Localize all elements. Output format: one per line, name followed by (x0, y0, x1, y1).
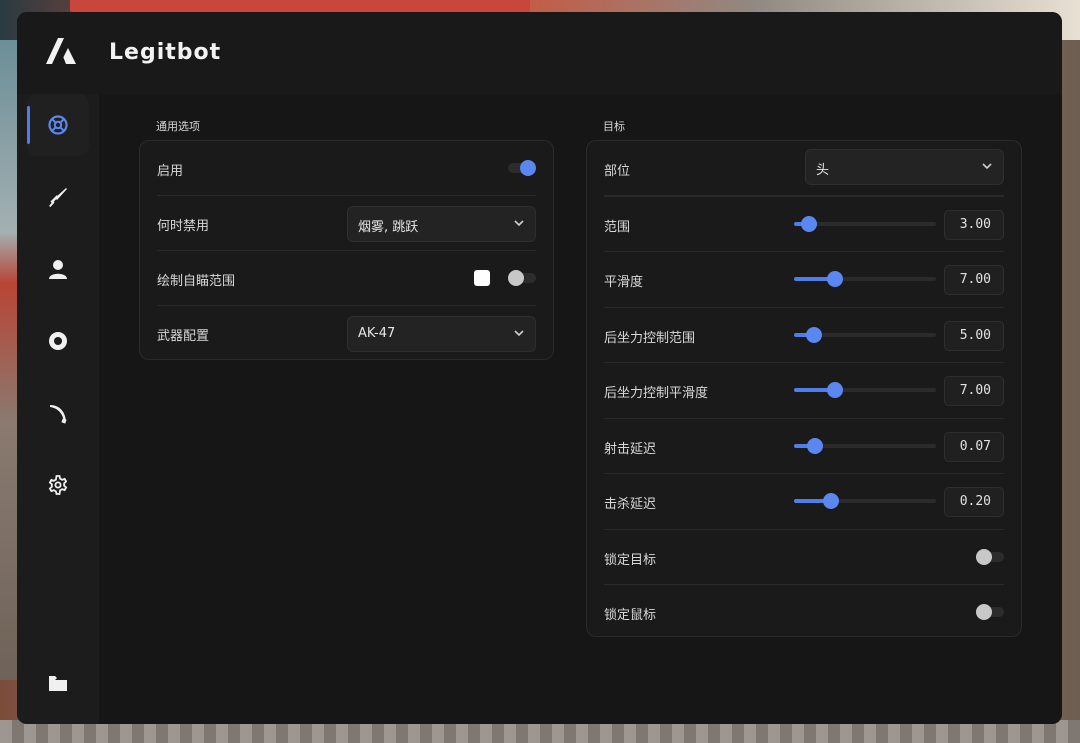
smooth-slider-handle[interactable] (827, 271, 843, 287)
shot-delay-value-input[interactable]: 0.07 (944, 432, 1004, 462)
main-content: 通用选项 启用 何时禁用 烟雾, 跳跃 绘制自瞄范围 武器配置 AK-47 目标… (99, 94, 1062, 724)
page-title: Legitbot (109, 40, 222, 65)
sidebar-item-skins[interactable] (27, 382, 89, 444)
weapon-config-select[interactable]: AK-47 (347, 316, 536, 352)
row-rcs-fov: 后坐力控制范围 5.00 (604, 308, 1004, 363)
divider (604, 473, 1004, 474)
row-lock-mouse: 锁定鼠标 (604, 585, 1004, 640)
section-title-general: 通用选项 (156, 120, 200, 133)
row-label: 后坐力控制范围 (604, 331, 696, 346)
row-kill-delay: 击杀延迟 0.20 (604, 474, 1004, 529)
value-text: 0.07 (959, 439, 991, 454)
section-title-target: 目标 (603, 120, 625, 133)
sidebar-item-players[interactable] (27, 238, 89, 300)
row-draw-fov: 绘制自瞄范围 (157, 251, 536, 306)
part-select[interactable]: 头 (805, 149, 1004, 185)
smooth-value-input[interactable]: 7.00 (944, 265, 1004, 295)
divider (604, 418, 1004, 419)
lock-target-toggle[interactable] (976, 549, 992, 565)
knife-icon (50, 405, 67, 424)
divider (604, 251, 1004, 252)
fov-value-input[interactable]: 3.00 (944, 210, 1004, 240)
row-part: 部位 头 (604, 141, 1004, 196)
row-weapon-config: 武器配置 AK-47 (157, 306, 536, 361)
row-disable-when: 何时禁用 烟雾, 跳跃 (157, 196, 536, 251)
rcs-smooth-slider-fill (794, 388, 831, 392)
sidebar-item-settings[interactable] (27, 454, 89, 516)
logo-icon (46, 38, 76, 64)
target-card: 部位 头 范围 3.00 平滑度 7.00 后坐力控制范围 5.00 后坐力控制平滑度 7.0… (586, 140, 1022, 637)
divider (604, 307, 1004, 308)
background-sign (70, 0, 530, 12)
select-value: AK-47 (358, 326, 396, 341)
row-label: 部位 (604, 164, 631, 179)
draw-fov-toggle[interactable] (508, 270, 524, 286)
sidebar-item-visuals[interactable] (27, 310, 89, 372)
select-value: 头 (816, 163, 830, 178)
rcs-smooth-value-input[interactable]: 7.00 (944, 376, 1004, 406)
row-label: 启用 (157, 164, 184, 179)
divider (604, 196, 1004, 197)
fov-color-swatch[interactable] (474, 270, 490, 286)
folder-icon (49, 676, 67, 691)
row-label: 锁定鼠标 (604, 608, 657, 623)
value-text: 3.00 (959, 217, 991, 232)
general-card: 启用 何时禁用 烟雾, 跳跃 绘制自瞄范围 武器配置 AK-47 (139, 140, 554, 360)
chevron-down-icon (514, 330, 524, 337)
header: Legitbot (17, 12, 1062, 94)
row-lock-target: 锁定目标 (604, 530, 1004, 585)
divider (604, 362, 1004, 363)
sidebar (17, 94, 99, 724)
kill-delay-value-input[interactable]: 0.20 (944, 487, 1004, 517)
value-text: 7.00 (959, 272, 991, 287)
crosshair-icon (48, 115, 68, 135)
sword-icon (49, 188, 67, 207)
row-label: 后坐力控制平滑度 (604, 386, 709, 401)
enable-toggle[interactable] (520, 160, 536, 176)
row-rcs-smooth: 后坐力控制平滑度 7.00 (604, 363, 1004, 418)
rcs-fov-value-input[interactable]: 5.00 (944, 321, 1004, 351)
row-label: 范围 (604, 220, 631, 235)
eye-icon (49, 332, 67, 350)
value-text: 7.00 (959, 383, 991, 398)
rcs-smooth-slider-handle[interactable] (827, 382, 843, 398)
row-fov: 范围 3.00 (604, 197, 1004, 252)
chevron-down-icon (514, 220, 524, 227)
sidebar-item-configs[interactable] (27, 652, 89, 714)
rcs-fov-slider-handle[interactable] (806, 327, 822, 343)
row-smooth: 平滑度 7.00 (604, 252, 1004, 307)
row-label: 击杀延迟 (604, 497, 657, 512)
active-indicator (27, 106, 30, 144)
shot-delay-slider-handle[interactable] (807, 438, 823, 454)
sidebar-item-ragebot[interactable] (27, 166, 89, 228)
user-icon (49, 260, 67, 279)
select-value: 烟雾, 跳跃 (358, 220, 419, 235)
row-label: 平滑度 (604, 275, 644, 290)
chevron-down-icon (982, 163, 992, 170)
fov-slider-handle[interactable] (801, 216, 817, 232)
app-window: Legitbot 通用选项 启用 何时禁用 烟雾, 跳跃 绘制自瞄范围 武器配置… (17, 12, 1062, 724)
disable-when-select[interactable]: 烟雾, 跳跃 (347, 206, 536, 242)
row-label: 锁定目标 (604, 553, 657, 568)
row-shot-delay: 射击延迟 0.07 (604, 419, 1004, 474)
value-text: 0.20 (959, 494, 991, 509)
kill-delay-slider-handle[interactable] (823, 493, 839, 509)
row-label: 何时禁用 (157, 219, 210, 234)
row-label: 射击延迟 (604, 442, 657, 457)
row-label: 武器配置 (157, 329, 210, 344)
smooth-slider-fill (794, 277, 831, 281)
value-text: 5.00 (959, 328, 991, 343)
sidebar-item-legitbot[interactable] (27, 94, 89, 156)
row-enable: 启用 (157, 141, 536, 196)
gear-icon (48, 475, 68, 495)
lock-mouse-toggle[interactable] (976, 604, 992, 620)
row-label: 绘制自瞄范围 (157, 274, 236, 289)
